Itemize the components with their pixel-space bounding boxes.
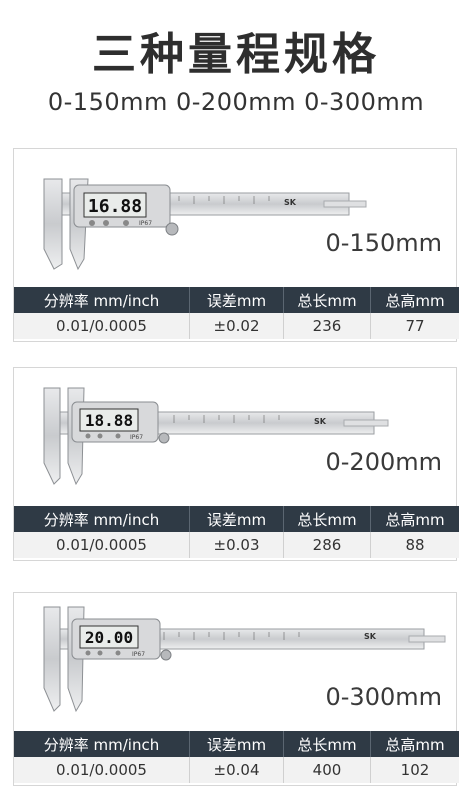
lcd-display: 18.88 xyxy=(85,411,133,430)
rating-label: IP67 xyxy=(139,220,152,227)
header-height: 总高mm xyxy=(370,287,459,313)
header-resolution: 分辨率 mm/inch xyxy=(14,287,190,313)
cell-length: 236 xyxy=(283,313,371,339)
header-error: 误差mm xyxy=(189,287,284,313)
range-label: 0-300mm xyxy=(325,683,443,711)
spec-card-150: 16.88 IP67 SK 0-150mm 分辨率 mm/inch 误差mm 总… xyxy=(13,148,459,342)
cell-height: 77 xyxy=(370,313,459,339)
rating-label: IP67 xyxy=(132,651,145,658)
brand-label: SK xyxy=(284,198,297,207)
table-header-row: 分辨率 mm/inch 误差mm 总长mm 总高mm xyxy=(14,506,459,532)
table-row: 0.01/0.0005 ±0.04 400 102 xyxy=(14,757,459,783)
cell-height: 88 xyxy=(370,532,459,558)
cell-length: 286 xyxy=(283,532,371,558)
table-header-row: 分辨率 mm/inch 误差mm 总长mm 总高mm xyxy=(14,731,459,757)
cell-resolution: 0.01/0.0005 xyxy=(14,313,190,339)
table-row: 0.01/0.0005 ±0.03 286 88 xyxy=(14,532,459,558)
cell-error: ±0.02 xyxy=(189,313,284,339)
header-length: 总长mm xyxy=(283,731,371,757)
header-error: 误差mm xyxy=(189,506,284,532)
header-height: 总高mm xyxy=(370,506,459,532)
table-row: 0.01/0.0005 ±0.02 236 77 xyxy=(14,313,459,339)
header-height: 总高mm xyxy=(370,731,459,757)
brand-label: SK xyxy=(314,417,327,426)
spec-table: 分辨率 mm/inch 误差mm 总长mm 总高mm 0.01/0.0005 ±… xyxy=(14,287,459,339)
header-resolution: 分辨率 mm/inch xyxy=(14,506,190,532)
spec-table: 分辨率 mm/inch 误差mm 总长mm 总高mm 0.01/0.0005 ±… xyxy=(14,731,459,783)
table-header-row: 分辨率 mm/inch 误差mm 总长mm 总高mm xyxy=(14,287,459,313)
cell-error: ±0.04 xyxy=(189,757,284,783)
cell-height: 102 xyxy=(370,757,459,783)
range-label: 0-200mm xyxy=(325,448,443,476)
header-length: 总长mm xyxy=(283,287,371,313)
header-error: 误差mm xyxy=(189,731,284,757)
caliper-image: 16.88 IP67 SK xyxy=(43,178,367,271)
brand-label: SK xyxy=(364,632,377,641)
range-label: 0-150mm xyxy=(325,229,443,257)
header-length: 总长mm xyxy=(283,506,371,532)
page-subtitle: 0-150mm 0-200mm 0-300mm xyxy=(47,88,425,116)
cell-length: 400 xyxy=(283,757,371,783)
spec-card-300: 20.00 IP67 SK 0-300mm 分辨率 mm/inch 误差mm 总… xyxy=(13,592,459,786)
spec-table: 分辨率 mm/inch 误差mm 总长mm 总高mm 0.01/0.0005 ±… xyxy=(14,506,459,558)
caliper-image: 20.00 IP67 SK xyxy=(43,606,446,713)
rating-label: IP67 xyxy=(130,434,143,441)
cell-resolution: 0.01/0.0005 xyxy=(14,532,190,558)
lcd-display: 20.00 xyxy=(85,628,133,647)
cell-resolution: 0.01/0.0005 xyxy=(14,757,190,783)
cell-error: ±0.03 xyxy=(189,532,284,558)
lcd-display: 16.88 xyxy=(88,196,142,217)
caliper-image: 18.88 IP67 SK xyxy=(43,387,389,486)
page-title: 三种量程规格 xyxy=(92,29,380,80)
spec-card-200: 18.88 IP67 SK 0-200mm 分辨率 mm/inch 误差mm 总… xyxy=(13,367,459,561)
header-resolution: 分辨率 mm/inch xyxy=(14,731,190,757)
